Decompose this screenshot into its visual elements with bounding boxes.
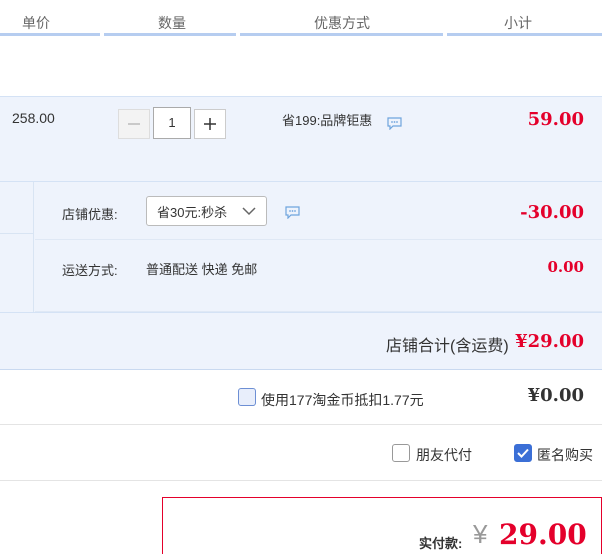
header-underline bbox=[447, 33, 602, 36]
payment-label: 实付款: bbox=[419, 536, 463, 551]
shipping-label: 运送方式: bbox=[62, 263, 118, 278]
coin-deduction-checkbox[interactable] bbox=[238, 388, 256, 406]
shop-discount-selected: 省30元:秒杀 bbox=[157, 204, 228, 220]
divider bbox=[0, 233, 34, 234]
purchase-options-row: 朋友代付 匿名购买 bbox=[0, 425, 602, 481]
shop-discount-select[interactable]: 省30元:秒杀 bbox=[146, 196, 267, 226]
order-item-row: 258.00 1 省199:品牌钜惠 59.00 bbox=[0, 96, 602, 182]
header-subtotal: 小计 bbox=[504, 15, 532, 31]
coin-deduction-label: 使用177淘金币抵扣1.77元 bbox=[261, 392, 424, 408]
plus-icon bbox=[204, 118, 216, 130]
chevron-down-icon bbox=[242, 206, 256, 215]
header-underline bbox=[240, 33, 443, 36]
item-promo: 省199:品牌钜惠 bbox=[282, 113, 373, 128]
shipping-cost: 0.00 bbox=[547, 258, 584, 276]
payment-amount: 29.00 bbox=[499, 518, 587, 551]
coin-deduction-row: 使用177淘金币抵扣1.77元 ¥0.00 bbox=[0, 370, 602, 425]
payment-currency: ¥ bbox=[473, 519, 488, 549]
header-underline bbox=[0, 33, 100, 36]
chat-icon[interactable] bbox=[387, 117, 402, 130]
coin-deduction-value: ¥0.00 bbox=[527, 385, 584, 406]
anonymous-purchase-label: 匿名购买 bbox=[537, 447, 593, 463]
quantity-decrease-button[interactable] bbox=[118, 109, 150, 139]
shop-total-value: ¥29.00 bbox=[515, 331, 584, 352]
header-promo: 优惠方式 bbox=[314, 15, 370, 31]
shop-left-strip bbox=[0, 182, 34, 312]
shop-discount-value: -30.00 bbox=[520, 202, 584, 223]
shop-discount-label: 店铺优惠: bbox=[62, 207, 118, 222]
header-underline bbox=[104, 33, 236, 36]
anonymous-purchase-checkbox[interactable] bbox=[514, 444, 532, 462]
quantity-input[interactable]: 1 bbox=[153, 107, 191, 139]
table-header: 单价 数量 优惠方式 小计 bbox=[0, 0, 602, 36]
header-price: 单价 bbox=[22, 15, 50, 31]
shipping-options: 普通配送 快递 免邮 bbox=[146, 262, 258, 277]
shop-total-row: 店铺合计(含运费) ¥29.00 bbox=[0, 312, 602, 370]
item-subtotal: 59.00 bbox=[527, 109, 584, 130]
payment-summary-box: 实付款: ¥ 29.00 bbox=[162, 497, 602, 554]
quantity-increase-button[interactable] bbox=[194, 109, 226, 139]
check-icon bbox=[517, 448, 529, 458]
friend-pay-checkbox[interactable] bbox=[392, 444, 410, 462]
minus-icon bbox=[128, 123, 140, 125]
chat-icon[interactable] bbox=[285, 206, 300, 219]
friend-pay-label: 朋友代付 bbox=[416, 447, 472, 463]
item-price: 258.00 bbox=[12, 110, 55, 126]
divider bbox=[35, 239, 602, 240]
shop-promo-section: 店铺优惠: 省30元:秒杀 -30.00 运送方式: 普通配送 快递 免邮 0.… bbox=[0, 182, 602, 312]
header-quantity: 数量 bbox=[158, 15, 186, 31]
shop-total-label: 店铺合计(含运费) bbox=[386, 338, 509, 355]
